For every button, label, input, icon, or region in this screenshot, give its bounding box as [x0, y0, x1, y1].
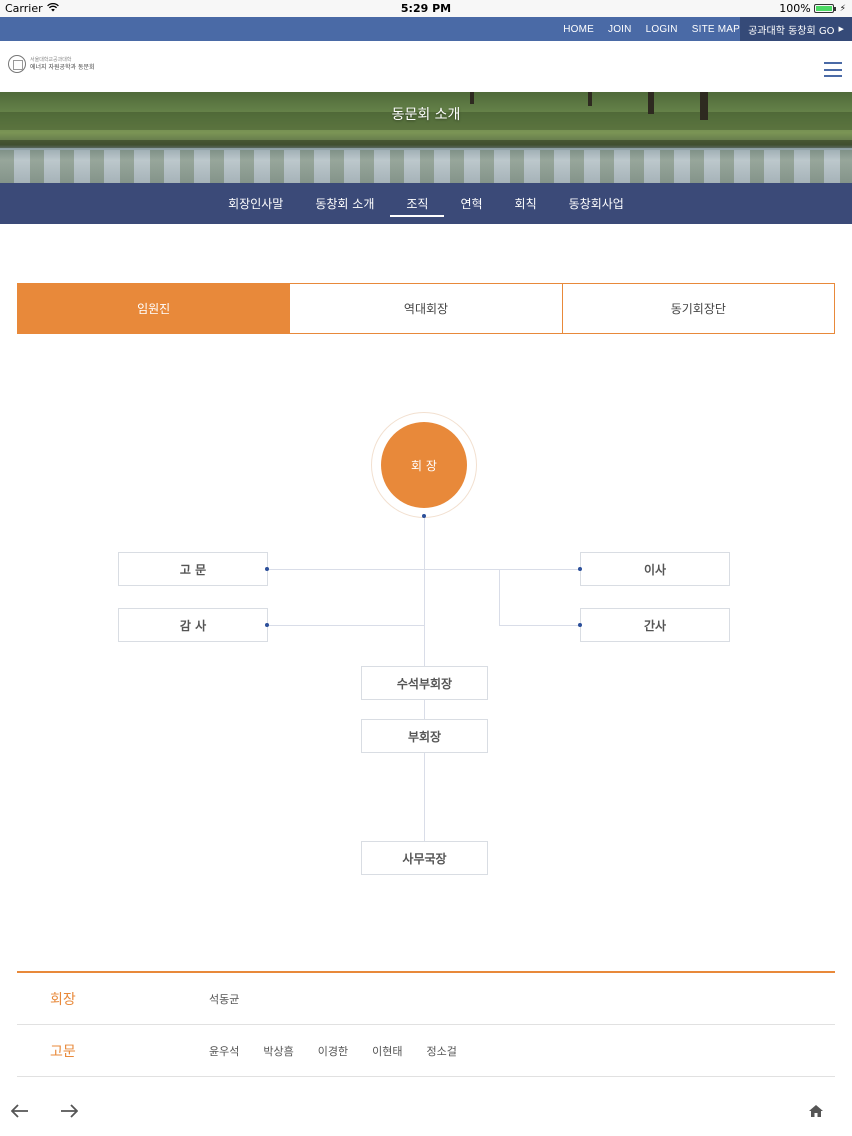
roster-names: 윤우석 박상흠 이경한 이현태 정소걸 [209, 1025, 457, 1077]
nav-link-login[interactable]: LOGIN [646, 24, 678, 35]
connector-dot [265, 623, 269, 627]
roster-name: 윤우석 [209, 1045, 240, 1058]
roster-name: 이현태 [372, 1045, 403, 1058]
menu-icon[interactable] [824, 62, 842, 77]
nav-link-join[interactable]: JOIN [608, 24, 632, 35]
org-node-vice-president: 부회장 [361, 719, 488, 753]
connector-dot [265, 567, 269, 571]
status-bar: Carrier 5:29 PM 100% ⚡ [0, 0, 852, 17]
org-node-senior-vp: 수석부회장 [361, 666, 488, 700]
site-header: 서울대학교공과대학 에너지 자원공학과 동문회 [0, 41, 852, 92]
roster-row: 고문 윤우석 박상흠 이경한 이현태 정소걸 [17, 1025, 835, 1077]
section-tab-bylaws[interactable]: 회칙 [499, 183, 553, 224]
roster-name: 정소걸 [426, 1045, 457, 1058]
tree-trunk [470, 92, 474, 104]
banner-shore [0, 140, 852, 148]
connector-row1 [267, 569, 581, 570]
nav-link-sitemap[interactable]: SITE MAP [692, 24, 740, 35]
tab-past-presidents[interactable]: 역대회장 [290, 284, 563, 333]
logo-line1: 서울대학교공과대학 [30, 57, 72, 63]
connector-secretary-vertical [499, 569, 500, 626]
arrow-left-icon[interactable] [9, 1100, 31, 1122]
section-tab-history[interactable]: 연혁 [444, 183, 498, 224]
org-node-secretary-general: 사무국장 [361, 841, 488, 875]
organization-tabs: 임원진 역대회장 동기회장단 [17, 283, 835, 334]
arrow-right-icon[interactable] [58, 1100, 80, 1122]
status-time: 5:29 PM [400, 2, 452, 15]
status-right: 100% ⚡ [779, 2, 846, 15]
connector-dot [578, 623, 582, 627]
section-tab-greeting[interactable]: 회장인사말 [212, 183, 299, 224]
logo-text: 서울대학교공과대학 에너지 자원공학과 동문회 [30, 56, 95, 72]
page-banner: 동문회 소개 [0, 92, 852, 183]
section-tab-projects[interactable]: 동창회사업 [553, 183, 640, 224]
connector-dot [578, 567, 582, 571]
browser-toolbar [0, 1086, 852, 1136]
site-logo[interactable]: 서울대학교공과대학 에너지 자원공학과 동문회 [8, 55, 95, 73]
org-node-advisor: 고 문 [118, 552, 268, 586]
org-chart: 회 장 고 문 감 사 이사 간사 수석부회장 부회장 사무국장 [0, 400, 852, 900]
go-label: 공과대학 동창회 GO [748, 25, 835, 37]
roster-names: 석동균 [209, 973, 239, 1025]
banner-title: 동문회 소개 [391, 107, 461, 123]
org-node-auditor: 감 사 [118, 608, 268, 642]
org-node-director: 이사 [580, 552, 730, 586]
battery-icon [813, 4, 836, 13]
top-nav: HOME JOIN LOGIN SITE MAP 공과대학 동창회 GO ▶ [0, 17, 852, 41]
engineering-alumni-go-button[interactable]: 공과대학 동창회 GO ▶ [740, 17, 852, 41]
battery-percent: 100% [779, 2, 811, 15]
caret-right-icon: ▶ [838, 25, 844, 33]
executive-roster: 회장 석동균 고문 윤우석 박상흠 이경한 이현태 정소걸 [17, 971, 835, 1077]
connector-auditor [267, 625, 425, 626]
charging-icon: ⚡ [839, 3, 846, 14]
section-tab-organization[interactable]: 조직 [390, 183, 445, 224]
section-nav: 회장인사말 동창회 소개 조직 연혁 회칙 동창회사업 [0, 183, 852, 224]
roster-row: 회장 석동균 [17, 973, 835, 1025]
roster-role: 고문 [50, 1044, 76, 1060]
roster-name: 박상흠 [263, 1045, 294, 1058]
logo-line2: 에너지 자원공학과 동문회 [30, 64, 95, 71]
org-node-secretary: 간사 [580, 608, 730, 642]
org-node-president: 회 장 [381, 422, 467, 508]
home-icon[interactable] [805, 1100, 827, 1122]
tab-class-presidents[interactable]: 동기회장단 [562, 284, 834, 333]
section-tab-about[interactable]: 동창회 소개 [299, 183, 390, 224]
roster-name: 석동균 [209, 993, 240, 1006]
nav-link-home[interactable]: HOME [563, 24, 594, 35]
connector-dot [422, 514, 426, 518]
connector-secretary [499, 625, 581, 626]
university-seal-icon [8, 55, 26, 73]
roster-name: 이경한 [317, 1045, 349, 1058]
section-nav-items: 회장인사말 동창회 소개 조직 연혁 회칙 동창회사업 [0, 183, 852, 224]
banner-water [0, 150, 852, 183]
roster-role: 회장 [50, 992, 76, 1008]
tab-executives[interactable]: 임원진 [18, 284, 291, 333]
top-nav-links: HOME JOIN LOGIN SITE MAP [563, 17, 740, 41]
